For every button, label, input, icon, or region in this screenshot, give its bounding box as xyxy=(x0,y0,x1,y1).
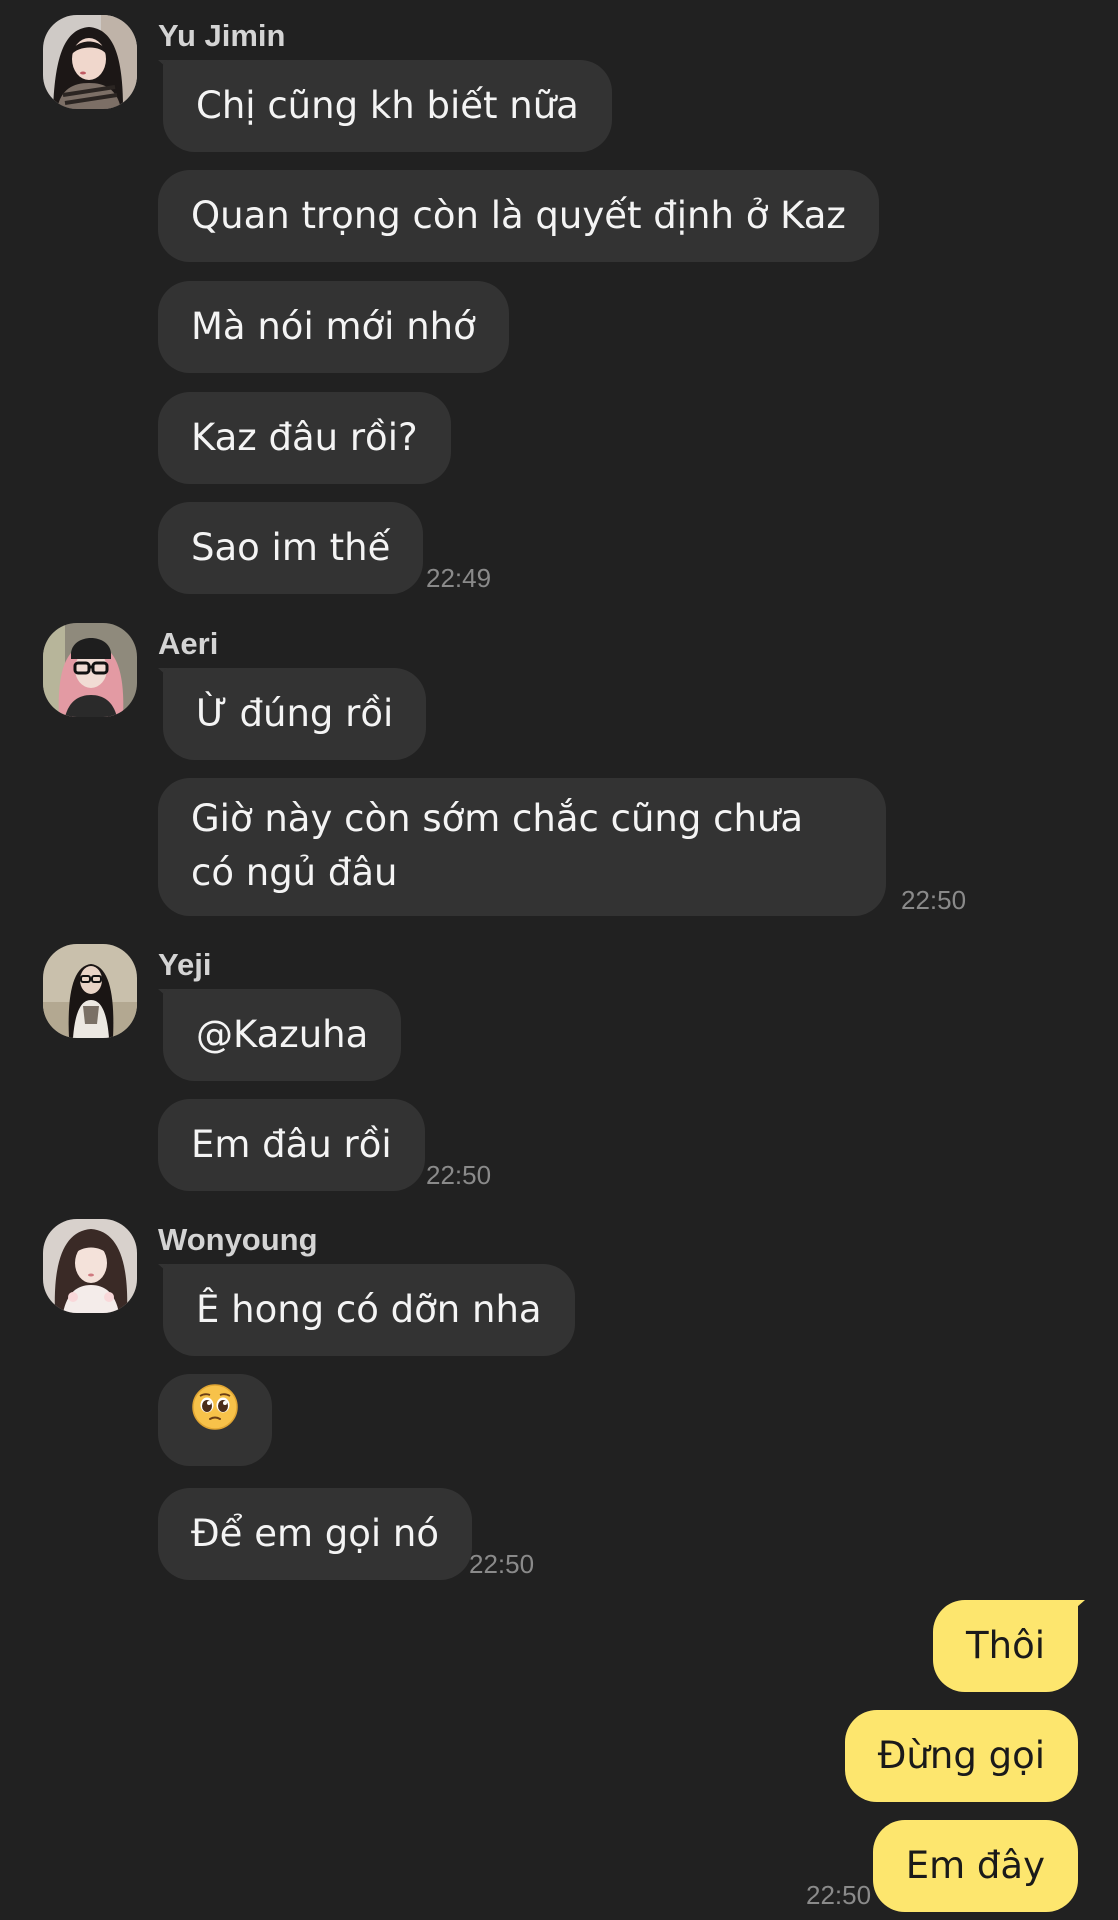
sender-name: Aeri xyxy=(158,626,219,661)
sender-name: Yeji xyxy=(158,947,212,982)
sender-name: Wonyoung xyxy=(158,1222,318,1257)
pleading-face-icon xyxy=(191,1373,239,1465)
avatar-yeji-image xyxy=(43,944,137,1038)
message-bubble[interactable]: Em đâu rồi xyxy=(158,1099,425,1191)
timestamp: 22:49 xyxy=(426,563,492,593)
avatar-yeji[interactable] xyxy=(43,944,137,1038)
sender-name: Yu Jimin xyxy=(158,18,286,53)
timestamp: 22:50 xyxy=(469,1549,535,1579)
message-bubble[interactable]: Chị cũng kh biết nữa xyxy=(163,60,612,152)
my-message-bubble[interactable]: Em đây xyxy=(872,1820,1078,1912)
message-bubble[interactable]: Sao im thế xyxy=(158,502,424,594)
chat-thread[interactable]: Yu Jimin Chị cũng kh biết nữa Quan trọng… xyxy=(0,0,1118,1920)
avatar-wonyoung-image xyxy=(43,1219,137,1313)
message-bubble[interactable]: @Kazuha xyxy=(163,989,402,1081)
message-bubble[interactable]: Để em gọi nó xyxy=(158,1488,473,1580)
my-message-bubble[interactable]: Thôi xyxy=(933,1600,1078,1692)
message-bubble[interactable]: Kaz đâu rồi? xyxy=(158,392,451,484)
message-bubble[interactable]: Ê hong có dỡn nha xyxy=(163,1264,575,1356)
message-bubble[interactable]: Quan trọng còn là quyết định ở Kaz xyxy=(158,170,879,262)
avatar-wonyoung[interactable] xyxy=(43,1219,137,1313)
message-bubble[interactable]: Ừ đúng rồi xyxy=(163,668,427,760)
timestamp: 22:50 xyxy=(901,885,967,915)
message-bubble[interactable]: Mà nói mới nhớ xyxy=(158,281,509,373)
my-message-bubble[interactable]: Đừng gọi xyxy=(844,1710,1078,1802)
avatar-yu-jimin[interactable] xyxy=(43,15,137,109)
avatar-aeri[interactable] xyxy=(43,623,137,717)
message-bubble[interactable]: Giờ này còn sớm chắc cũng chưa có ngủ đâ… xyxy=(158,778,886,916)
avatar-aeri-image xyxy=(43,623,137,717)
avatar-yu-jimin-image xyxy=(43,15,137,109)
timestamp: 22:50 xyxy=(426,1160,492,1190)
emoji-message-bubble[interactable] xyxy=(158,1374,272,1466)
timestamp: 22:50 xyxy=(806,1880,872,1910)
